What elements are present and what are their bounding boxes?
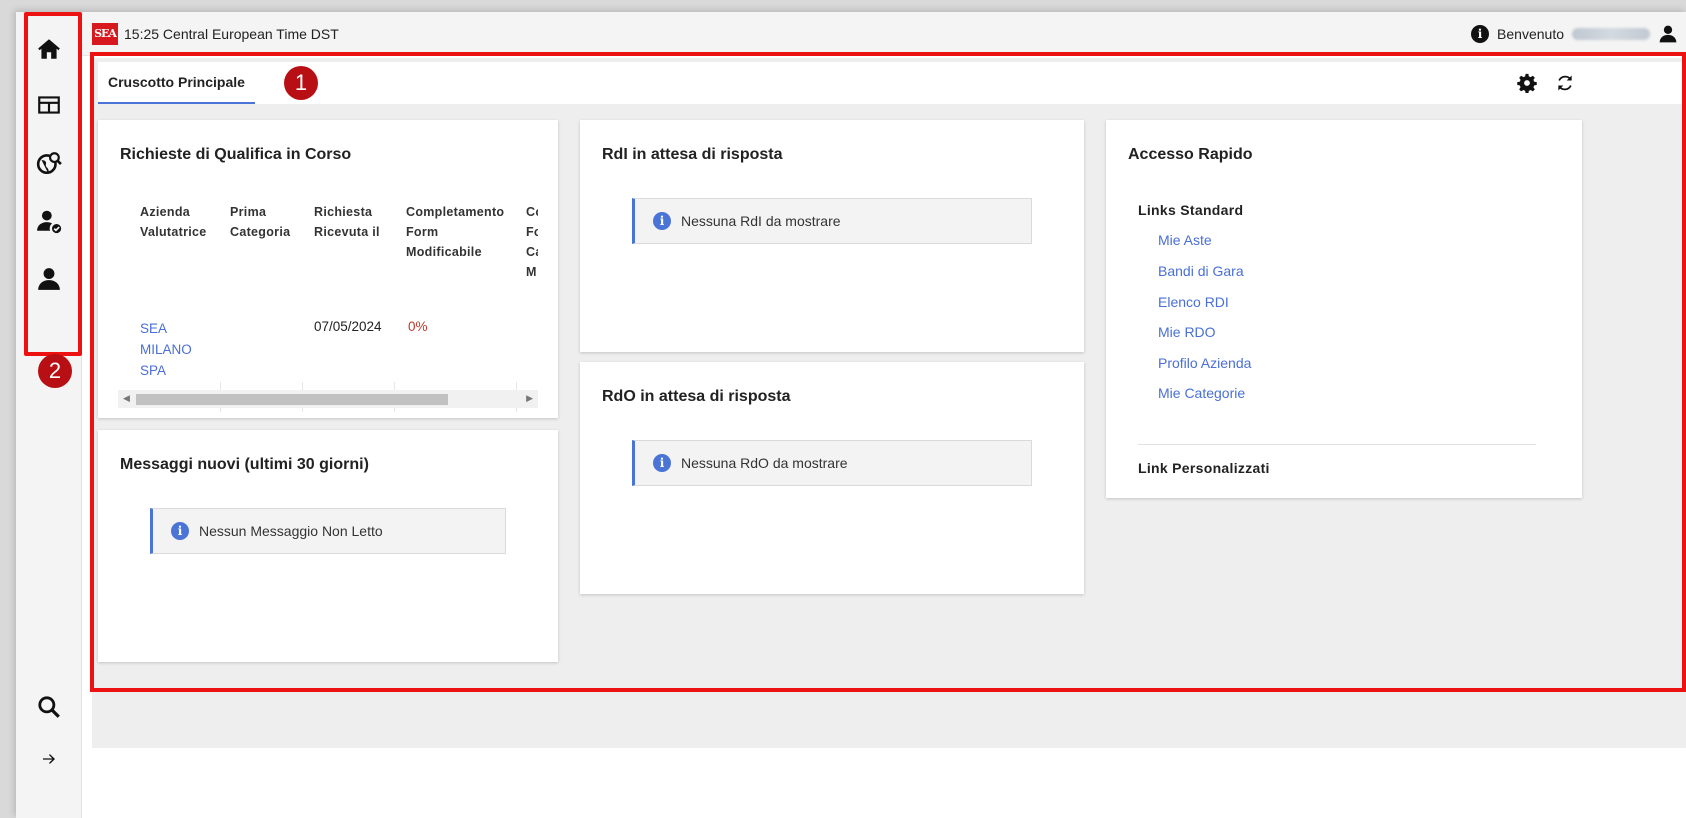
app-window: 2 SEA 15:25 Central European Time DST i … bbox=[16, 12, 1686, 818]
sidebar-search-button[interactable] bbox=[30, 688, 68, 726]
table-header: Richiesta Ricevuta il bbox=[314, 205, 380, 239]
rdi-notice: i Nessuna RdI da mostrare bbox=[632, 198, 1032, 244]
sidebar-globe-search-button[interactable] bbox=[30, 144, 68, 182]
sidebar-user-button[interactable] bbox=[30, 260, 68, 298]
rdi-title: RdI in attesa di risposta bbox=[602, 146, 783, 163]
globe-search-icon bbox=[36, 152, 62, 175]
links-standard-heading: Links Standard bbox=[1138, 202, 1244, 218]
table-header: Co Fo Ca M bbox=[526, 205, 538, 279]
welcome-label: Benvenuto bbox=[1497, 26, 1564, 42]
link-mie-rdo[interactable]: Mie RDO bbox=[1158, 324, 1216, 340]
callout-marker-2: 2 bbox=[38, 354, 72, 388]
qualifica-card: Richieste di Qualifica in Corso Azienda … bbox=[98, 120, 558, 418]
info-icon: i bbox=[653, 212, 671, 230]
link-mie-categorie[interactable]: Mie Categorie bbox=[1158, 385, 1245, 401]
scroll-right-icon[interactable]: ▶ bbox=[526, 393, 533, 404]
user-menu-button[interactable] bbox=[1658, 24, 1678, 44]
info-icon: i bbox=[653, 454, 671, 472]
table-row-data: 07/05/2024 bbox=[314, 319, 382, 334]
link-bandi-di-gara[interactable]: Bandi di Gara bbox=[1158, 263, 1244, 279]
sidebar-home-button[interactable] bbox=[30, 30, 68, 68]
messaggi-card: Messaggi nuovi (ultimi 30 giorni) i Ness… bbox=[98, 430, 558, 662]
user-icon bbox=[1659, 25, 1677, 43]
redacted-username bbox=[1572, 28, 1650, 40]
tab-bar: Cruscotto Principale bbox=[98, 62, 1684, 104]
search-icon bbox=[38, 696, 60, 718]
qualifica-title: Richieste di Qualifica in Corso bbox=[120, 146, 352, 163]
user-icon bbox=[38, 268, 60, 290]
accesso-rapido-card: Accesso Rapido Links Standard Mie Aste B… bbox=[1106, 120, 1582, 498]
screen: 2 SEA 15:25 Central European Time DST i … bbox=[0, 0, 1686, 818]
link-personalizzati-heading: Link Personalizzati bbox=[1138, 460, 1270, 476]
arrow-right-icon bbox=[43, 754, 55, 764]
current-time: 15:25 Central European Time DST bbox=[124, 25, 339, 42]
table-row-azienda-link[interactable]: SEA MILANO SPA bbox=[140, 318, 192, 381]
tab-cruscotto-principale[interactable]: Cruscotto Principale bbox=[98, 62, 255, 104]
dashboard-icon bbox=[38, 96, 60, 114]
accesso-rapido-title: Accesso Rapido bbox=[1128, 146, 1253, 163]
section-divider bbox=[1138, 444, 1536, 445]
top-bar: SEA 15:25 Central European Time DST i Be… bbox=[82, 12, 1686, 56]
messaggi-title: Messaggi nuovi (ultimi 30 giorni) bbox=[120, 456, 369, 473]
scroll-left-icon[interactable]: ◀ bbox=[123, 393, 130, 404]
qualifica-table: Azienda Valutatrice Prima Categoria Rich… bbox=[118, 202, 538, 412]
link-mie-aste[interactable]: Mie Aste bbox=[1158, 232, 1212, 248]
refresh-icon bbox=[1558, 75, 1572, 91]
table-header: Azienda Valutatrice bbox=[140, 205, 207, 239]
callout-marker-1: 1 bbox=[284, 66, 318, 100]
table-header: Prima Categoria bbox=[230, 205, 291, 239]
welcome-area: i Benvenuto bbox=[1471, 12, 1678, 56]
gear-icon bbox=[1517, 73, 1537, 93]
table-horizontal-scrollbar[interactable]: ◀ ▶ bbox=[118, 390, 538, 408]
user-check-icon bbox=[37, 210, 62, 234]
info-icon: i bbox=[171, 522, 189, 540]
table-row-completamento: 0% bbox=[408, 319, 428, 334]
scrollbar-thumb[interactable] bbox=[136, 394, 448, 405]
sea-logo: SEA bbox=[92, 22, 118, 45]
home-icon bbox=[38, 39, 60, 59]
settings-button[interactable] bbox=[1516, 72, 1538, 94]
rdo-title: RdO in attesa di risposta bbox=[602, 388, 791, 405]
refresh-button[interactable] bbox=[1554, 72, 1576, 94]
left-sidebar bbox=[16, 12, 82, 818]
rdi-card: RdI in attesa di risposta i Nessuna RdI … bbox=[580, 120, 1084, 352]
info-icon[interactable]: i bbox=[1471, 25, 1490, 43]
dashboard-main: Cruscotto Principale Richieste di Qualif… bbox=[92, 58, 1686, 748]
rdo-notice: i Nessuna RdO da mostrare bbox=[632, 440, 1032, 486]
link-profilo-azienda[interactable]: Profilo Azienda bbox=[1158, 355, 1251, 371]
sidebar-dashboard-button[interactable] bbox=[30, 86, 68, 124]
table-header: Completamento Form Modificabile bbox=[406, 205, 505, 259]
sidebar-user-check-button[interactable] bbox=[30, 202, 68, 240]
rdo-card: RdO in attesa di risposta i Nessuna RdO … bbox=[580, 362, 1084, 594]
sidebar-expand-button[interactable] bbox=[30, 740, 68, 778]
messaggi-notice: i Nessun Messaggio Non Letto bbox=[150, 508, 506, 554]
link-elenco-rdi[interactable]: Elenco RDI bbox=[1158, 294, 1229, 310]
